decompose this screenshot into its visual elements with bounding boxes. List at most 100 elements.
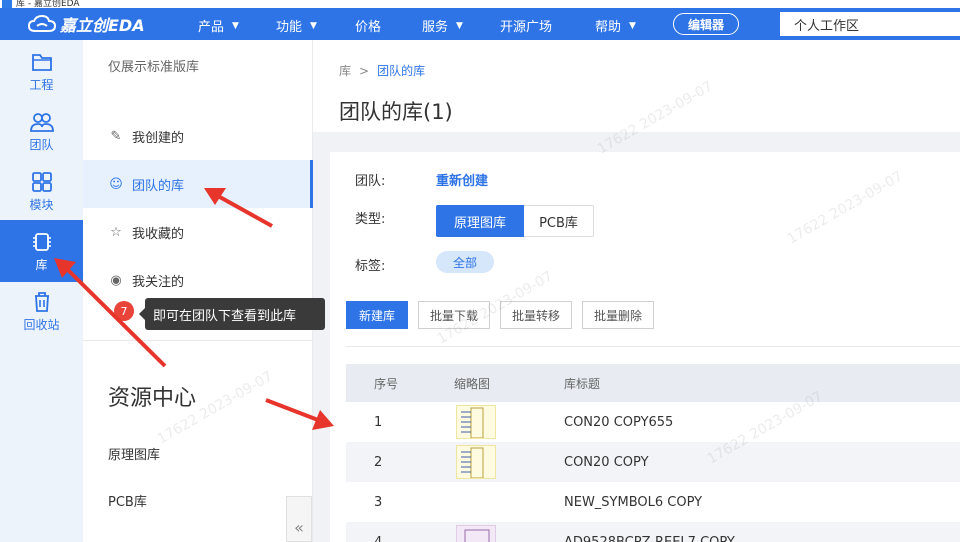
nav-item-label: 帮助: [595, 20, 622, 35]
resource-item-pcb[interactable]: PCB库: [108, 491, 147, 510]
nav-item-product[interactable]: 产品 ▼: [198, 16, 239, 35]
sidebar-item-label: 团队: [29, 138, 54, 152]
menu-item-label: 我关注的: [132, 274, 185, 290]
table-row[interactable]: 3 NEW_SYMBOL6 COPY: [346, 482, 960, 522]
bulk-delete-button[interactable]: 批量删除: [582, 301, 654, 329]
caret-down-icon: ▼: [310, 20, 317, 31]
table-row[interactable]: 1 CON20 COPY655: [346, 402, 960, 442]
trash-icon: [34, 292, 49, 312]
row-index: 2: [374, 454, 383, 470]
edit-icon: ✎: [110, 128, 122, 144]
editor-button[interactable]: 编辑器: [673, 13, 739, 35]
new-library-button[interactable]: 新建库: [346, 301, 408, 329]
row-index: 1: [374, 414, 383, 430]
menu-item-created-by-me[interactable]: ✎ 我创建的: [83, 112, 313, 160]
row-thumbnail: [456, 442, 496, 482]
breadcrumb: 库 > 团队的库: [339, 62, 425, 79]
connector-symbol-thumbnail: [456, 405, 496, 439]
app-icon: [2, 0, 12, 8]
main-content: 库 > 团队的库 团队的库(1) 团队: 重新创建 类型: 原理图库 PCB库 标签…: [313, 40, 960, 542]
chip-icon: [32, 233, 51, 251]
cloud-logo-icon: [28, 14, 56, 32]
row-thumbnail: [456, 522, 496, 542]
menu-item-label: 我创建的: [132, 130, 185, 146]
row-title[interactable]: CON20 COPY: [564, 442, 649, 482]
nav-item-label: 产品: [198, 20, 225, 35]
breadcrumb-separator-icon: >: [359, 64, 370, 78]
row-title[interactable]: AD9528BCPZ-REEL7 COPY: [564, 522, 735, 542]
collapse-menu-button[interactable]: «: [286, 496, 312, 542]
library-menu: 仅展示标准版库 ✎ 我创建的 ☺ 团队的库 ☆ 我收藏的 ◉ 我关注的 资源中心…: [83, 40, 313, 542]
folder-icon: [31, 54, 52, 71]
step-badge: 7: [114, 301, 134, 321]
tooltip: 即可在团队下查看到此库: [139, 298, 325, 330]
module-icon: [31, 172, 52, 192]
nav-item-help[interactable]: 帮助 ▼: [595, 16, 636, 35]
nav-item-label: 服务: [422, 20, 449, 35]
team-filter-value[interactable]: 重新创建: [436, 170, 488, 189]
resource-center-title: 资源中心: [108, 386, 197, 411]
caret-down-icon: ▼: [456, 20, 463, 31]
menu-divider: [83, 340, 313, 341]
type-option-schematic[interactable]: 原理图库: [436, 205, 524, 237]
row-title[interactable]: NEW_SYMBOL6 COPY: [564, 482, 702, 522]
workspace-select[interactable]: 个人工作区: [780, 12, 960, 36]
menu-item-label: 我收藏的: [132, 226, 185, 242]
sidebar-item-label: 回收站: [23, 318, 60, 332]
row-index: 4: [374, 534, 383, 542]
type-option-pcb[interactable]: PCB库: [524, 205, 594, 237]
team-icon: [29, 113, 54, 132]
bulk-transfer-button[interactable]: 批量转移: [500, 301, 572, 329]
eye-icon: ◉: [110, 272, 122, 288]
nav-item-services[interactable]: 服务 ▼: [422, 16, 463, 35]
tag-all-chip[interactable]: 全部: [436, 251, 494, 273]
team-icon: ☺: [109, 176, 123, 192]
type-toggle: 原理图库 PCB库: [436, 205, 594, 237]
caret-down-icon: ▼: [629, 20, 636, 31]
sidebar-item-trash[interactable]: 回收站: [0, 280, 83, 342]
resource-item-schematic[interactable]: 原理图库: [108, 444, 160, 463]
sidebar-item-library[interactable]: 库: [0, 220, 83, 282]
ic-symbol-thumbnail: [456, 525, 496, 542]
menu-item-favorites[interactable]: ☆ 我收藏的: [83, 208, 313, 256]
logo-text: 嘉立创EDA: [60, 16, 145, 35]
connector-symbol-thumbnail: [456, 445, 496, 479]
bulk-download-button[interactable]: 批量下载: [418, 301, 490, 329]
menu-item-label: 团队的库: [132, 178, 185, 194]
page-header: 库 > 团队的库 团队的库(1): [313, 40, 960, 132]
table-row[interactable]: 4 AD9528BCPZ-REEL7 COPY: [346, 522, 960, 542]
sidebar-item-projects[interactable]: 工程: [0, 40, 83, 102]
col-header-title: 库标题: [564, 376, 601, 391]
nav-item-pricing[interactable]: 价格: [355, 16, 381, 35]
nav-item-label: 功能: [276, 20, 303, 35]
breadcrumb-root[interactable]: 库: [339, 64, 351, 78]
sidebar-item-modules[interactable]: 模块: [0, 160, 83, 222]
breadcrumb-current[interactable]: 团队的库: [377, 64, 425, 78]
nav-item-label: 开源广场: [500, 20, 553, 35]
nav-item-open-source[interactable]: 开源广场: [500, 16, 552, 35]
caret-down-icon: ▼: [232, 20, 239, 31]
section-divider: [346, 346, 960, 347]
icon-sidebar: 工程 团队 模块 库 回收站: [0, 40, 83, 542]
library-panel: 团队: 重新创建 类型: 原理图库 PCB库 标签: 全部 新建库 批量下载 批…: [330, 152, 960, 542]
team-filter-label: 团队:: [355, 174, 386, 189]
top-navbar: 嘉立创EDA 产品 ▼ 功能 ▼ 价格 服务 ▼ 开源广场 帮助 ▼ 编辑器 个…: [0, 8, 960, 40]
sidebar-item-label: 工程: [29, 78, 54, 92]
screen: 库 - 嘉立创EDA 嘉立创EDA 产品 ▼ 功能 ▼ 价格 服务 ▼ 开源广场: [0, 0, 960, 542]
menu-item-team-library[interactable]: ☺ 团队的库: [83, 160, 313, 208]
table-row[interactable]: 2 CON20 COPY: [346, 442, 960, 482]
col-header-index: 序号: [374, 376, 399, 391]
sidebar-item-label: 库: [35, 258, 48, 272]
type-filter-label: 类型:: [355, 212, 386, 227]
menu-item-following[interactable]: ◉ 我关注的: [83, 256, 313, 304]
nav-item-features[interactable]: 功能 ▼: [276, 16, 317, 35]
table-header: 序号 缩略图 库标题: [346, 364, 960, 402]
sidebar-item-team[interactable]: 团队: [0, 100, 83, 162]
col-header-thumbnail: 缩略图: [454, 376, 491, 391]
tooltip-arrow-icon: [139, 308, 145, 320]
star-icon: ☆: [110, 224, 122, 240]
row-index: 3: [374, 494, 383, 510]
row-title[interactable]: CON20 COPY655: [564, 402, 673, 442]
nav-item-label: 价格: [355, 20, 382, 35]
logo[interactable]: 嘉立创EDA: [28, 13, 145, 35]
